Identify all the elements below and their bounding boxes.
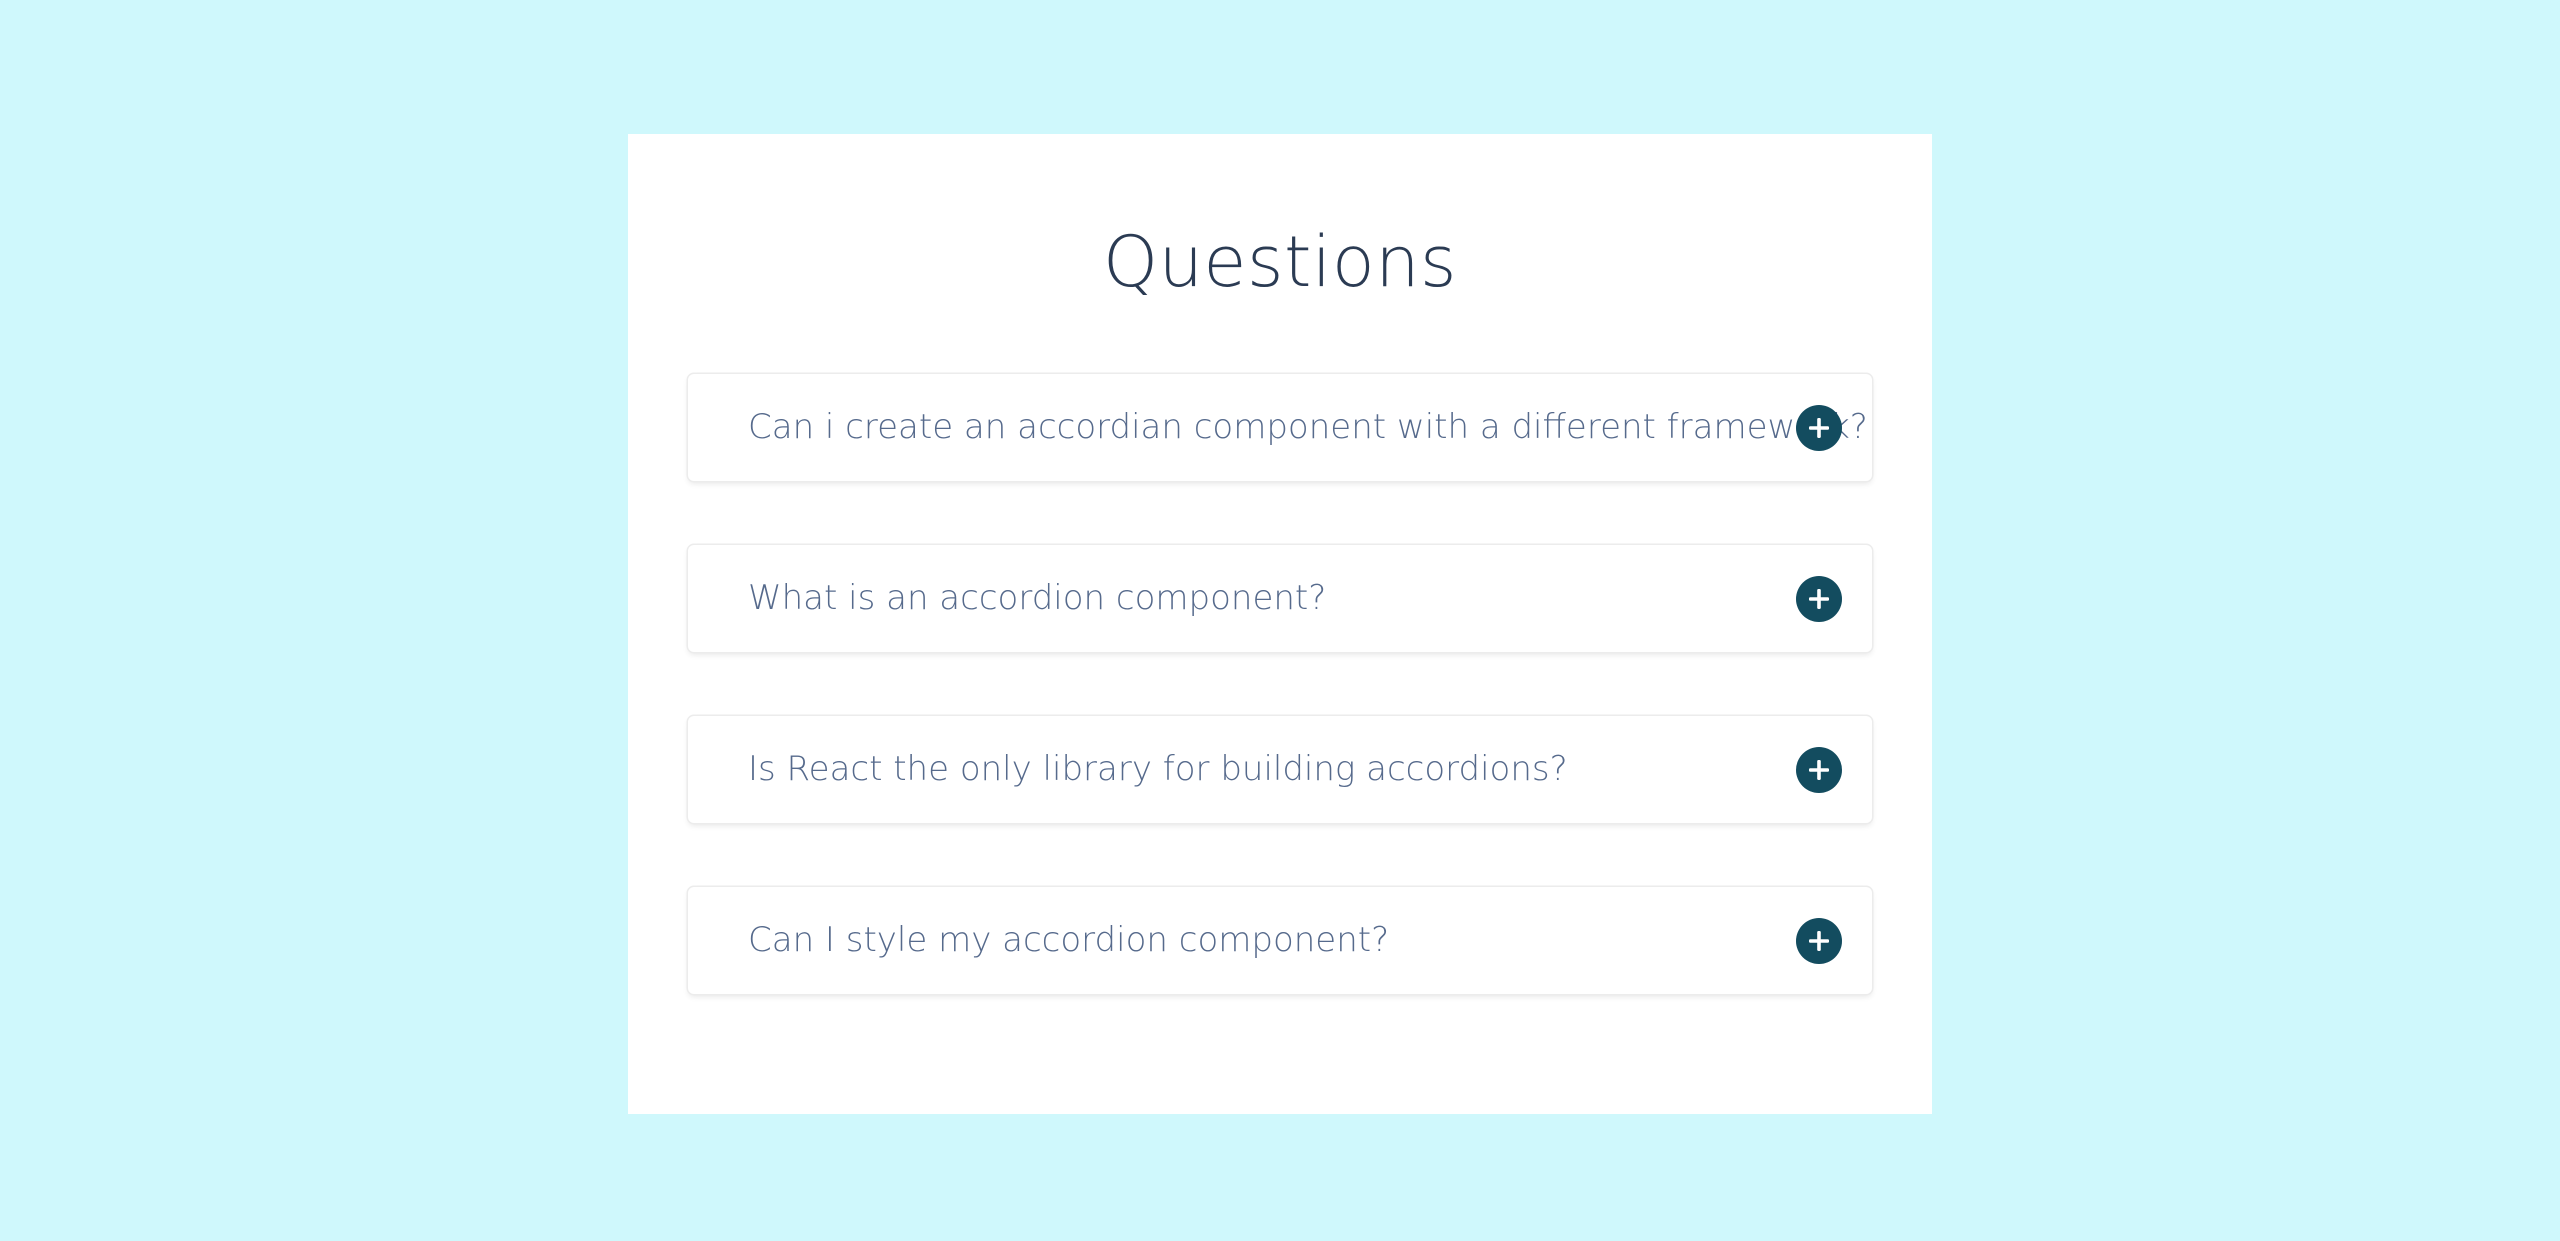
- faq-card: Questions Can i create an accordian comp…: [628, 134, 1932, 1114]
- faq-question[interactable]: Can i create an accordian component with…: [748, 374, 1868, 481]
- expand-button[interactable]: [1796, 747, 1842, 793]
- faq-question[interactable]: What is an accordion component?: [748, 545, 1326, 652]
- faq-item[interactable]: Can I style my accordion component?: [688, 887, 1872, 994]
- faq-item[interactable]: Is React the only library for building a…: [688, 716, 1872, 823]
- plus-icon: [1809, 760, 1829, 780]
- expand-button[interactable]: [1796, 918, 1842, 964]
- faq-question[interactable]: Can I style my accordion component?: [748, 887, 1389, 994]
- faq-item[interactable]: What is an accordion component?: [688, 545, 1872, 652]
- faq-item[interactable]: Can i create an accordian component with…: [688, 374, 1872, 481]
- plus-icon: [1809, 589, 1829, 609]
- expand-button[interactable]: [1796, 576, 1842, 622]
- faq-list: Can i create an accordian component with…: [688, 374, 1872, 1058]
- plus-icon: [1809, 418, 1829, 438]
- expand-button[interactable]: [1796, 405, 1842, 451]
- page-title: Questions: [1102, 221, 1458, 303]
- plus-icon: [1809, 931, 1829, 951]
- faq-question[interactable]: Is React the only library for building a…: [748, 716, 1568, 823]
